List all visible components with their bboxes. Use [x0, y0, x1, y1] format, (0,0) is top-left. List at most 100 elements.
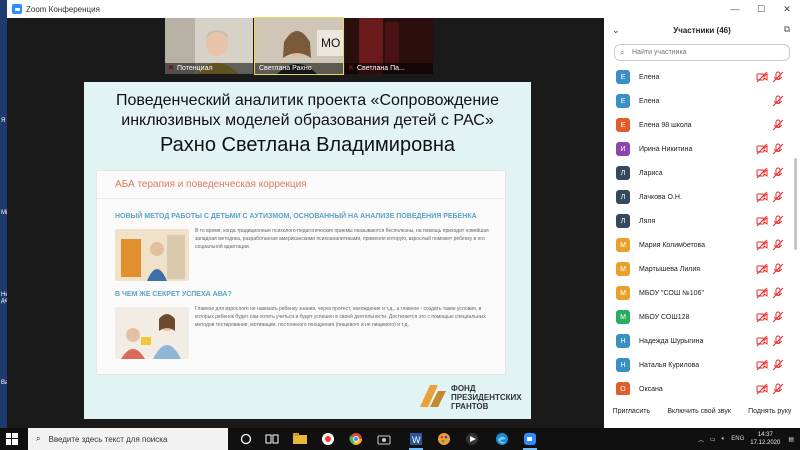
participant-row[interactable]: М Мартышева Лилия: [604, 257, 788, 281]
participant-row[interactable]: Е Елена 98 школа: [604, 113, 788, 137]
video-off-icon[interactable]: [756, 335, 768, 347]
maximize-button[interactable]: ☐: [748, 0, 774, 18]
video-strip: ✖ Потенциал МО Светлана Рахно ✖ Светлана…: [165, 17, 433, 75]
title-bar: Zoom Конференция — ☐ ✕: [7, 0, 800, 18]
mic-muted-icon[interactable]: [772, 335, 784, 347]
file-explorer-icon[interactable]: [292, 431, 308, 447]
mic-muted-icon[interactable]: [772, 215, 784, 227]
video-tile[interactable]: ✖ Потенциал: [165, 18, 253, 74]
video-off-icon[interactable]: [756, 191, 768, 203]
search-icon: ⌕: [620, 47, 625, 57]
search-input[interactable]: [632, 49, 782, 56]
cortana-icon[interactable]: [238, 431, 254, 447]
section-text: В то время, когда традиционные психолого…: [195, 228, 489, 250]
avatar: М: [616, 238, 630, 252]
participant-row[interactable]: М МБОУ "СОШ №106": [604, 281, 788, 305]
video-off-icon[interactable]: [756, 71, 768, 83]
participant-row[interactable]: Н Наталья Курилова: [604, 353, 788, 377]
paint-icon[interactable]: [436, 431, 452, 447]
section-text: Главное для взрослого не навязать ребенк…: [195, 306, 486, 328]
avatar: И: [616, 142, 630, 156]
participant-row[interactable]: М МБОУ СОШ128: [604, 305, 788, 329]
participant-row[interactable]: О Оксана: [604, 377, 788, 395]
participant-name: Наталья Курилова: [639, 361, 700, 369]
svg-text:W: W: [412, 435, 421, 445]
video-off-icon[interactable]: [756, 167, 768, 179]
participants-header: ⌄ Участники (46) ⧉: [604, 18, 800, 44]
mic-muted-icon[interactable]: [772, 239, 784, 251]
video-off-icon[interactable]: [756, 143, 768, 155]
participant-row[interactable]: Н Надежда Шурыгина: [604, 329, 788, 353]
language-indicator[interactable]: ENG: [731, 436, 744, 442]
participant-row[interactable]: Е Елена: [604, 89, 788, 113]
word-icon[interactable]: W: [408, 431, 424, 450]
clock-time: 14:37: [757, 432, 773, 438]
mic-muted-icon[interactable]: [772, 119, 784, 131]
chrome-icon[interactable]: [348, 431, 364, 447]
volume-icon[interactable]: 🔈︎: [722, 436, 726, 443]
mic-muted-icon[interactable]: [772, 359, 784, 371]
popout-icon[interactable]: ⧉: [784, 24, 790, 35]
avatar: Е: [616, 118, 630, 132]
mic-muted-icon[interactable]: [772, 71, 784, 83]
photo-child-playing: [115, 229, 189, 281]
section-title: В ЧЕМ ЖЕ СЕКРЕТ УСПЕХА АВА?: [115, 291, 232, 298]
mic-muted-icon[interactable]: [772, 191, 784, 203]
video-off-icon[interactable]: [756, 383, 768, 395]
video-off-icon[interactable]: [756, 239, 768, 251]
unmute-self-button[interactable]: Включить свой звук: [664, 406, 734, 417]
fund-logo-text: ФОНД: [451, 384, 476, 393]
video-off-icon[interactable]: [756, 215, 768, 227]
camera-app-icon[interactable]: [376, 431, 392, 447]
close-button[interactable]: ✕: [774, 0, 800, 18]
yandex-browser-icon[interactable]: [320, 431, 336, 447]
network-icon[interactable]: ▭: [710, 436, 716, 443]
scrollbar[interactable]: [794, 158, 797, 250]
card-heading: АБА терапия и поведенческая коррекция: [115, 179, 307, 190]
participant-row[interactable]: Л Ляля: [604, 209, 788, 233]
video-off-icon[interactable]: [756, 311, 768, 323]
photo-woman-with-child: [115, 307, 189, 359]
video-off-icon[interactable]: [756, 287, 768, 299]
mic-muted-icon[interactable]: [772, 311, 784, 323]
video-tile[interactable]: МО Светлана Рахно: [254, 17, 344, 75]
participants-list: Е Елена Е Елена Е Елена 98 школа И Ирина Никити…: [604, 65, 800, 395]
mic-muted-icon[interactable]: [772, 287, 784, 299]
search-icon: ⌕: [36, 434, 41, 443]
mic-muted-icon[interactable]: [772, 167, 784, 179]
chevron-up-icon[interactable]: ︿: [698, 435, 704, 444]
minimize-button[interactable]: —: [722, 0, 748, 18]
slide-speaker-name: Рахно Светлана Владимировна: [160, 134, 455, 156]
invite-button[interactable]: Пригласить: [610, 406, 653, 417]
avatar: Л: [616, 214, 630, 228]
participant-row[interactable]: Е Елена: [604, 65, 788, 89]
task-view-icon[interactable]: [264, 431, 280, 447]
mic-muted-icon[interactable]: [772, 95, 784, 107]
windows-start-icon[interactable]: [6, 433, 18, 445]
raise-hand-button[interactable]: Поднять руку: [745, 406, 794, 417]
participant-row[interactable]: Л Лачкова О.Н.: [604, 185, 788, 209]
participants-footer: Пригласить Включить свой звук Поднять ру…: [604, 401, 800, 421]
video-off-icon[interactable]: [756, 359, 768, 371]
clock[interactable]: 14:37 17.12.2020: [750, 431, 780, 447]
mic-muted-icon[interactable]: [772, 143, 784, 155]
video-tile[interactable]: ✖ Светлана Па...: [345, 18, 433, 74]
shared-screen: Поведенческий аналитик проекта «Сопровож…: [84, 82, 531, 419]
participant-search[interactable]: ⌕: [614, 44, 790, 61]
notifications-icon[interactable]: ▤: [788, 436, 794, 443]
mic-muted-icon[interactable]: [772, 383, 784, 395]
zoom-taskbar-icon[interactable]: [522, 431, 538, 450]
media-player-icon[interactable]: [464, 431, 480, 447]
participant-row[interactable]: Л Лариса: [604, 161, 788, 185]
slide-title-line: Поведенческий аналитик проекта «Сопровож…: [116, 92, 499, 109]
fund-logo-text: ПРЕЗИДЕНТСКИХ: [451, 393, 522, 402]
participant-name: Светлана Па...: [345, 63, 433, 74]
video-off-icon[interactable]: [756, 263, 768, 275]
mic-muted-icon[interactable]: [772, 263, 784, 275]
edge-icon[interactable]: [494, 431, 510, 447]
taskbar-search[interactable]: ⌕ Введите здесь текст для поиска: [28, 428, 228, 450]
avatar: М: [616, 310, 630, 324]
participant-row[interactable]: И Ирина Никитина: [604, 137, 788, 161]
fund-logo-text: ГРАНТОВ: [451, 402, 489, 411]
participant-row[interactable]: М Мария Колимбетова: [604, 233, 788, 257]
